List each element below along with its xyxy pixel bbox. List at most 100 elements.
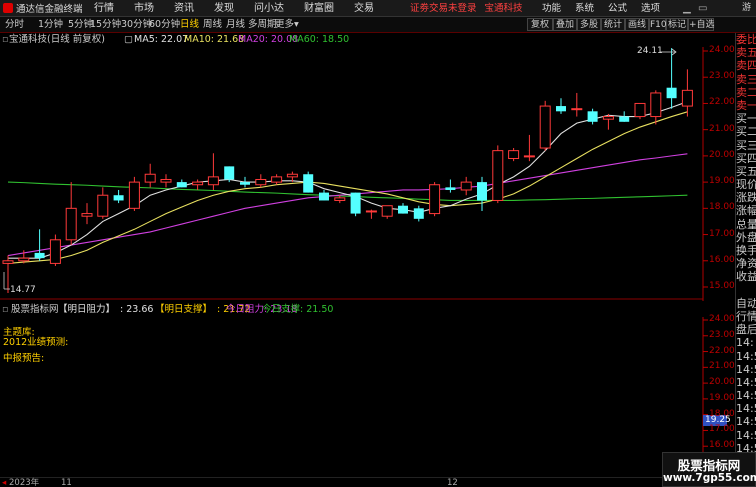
candle[interactable] [271, 174, 283, 185]
candle[interactable] [398, 203, 408, 214]
period-daily[interactable]: 日线 [180, 17, 199, 32]
sidebar-item[interactable]: 14: [736, 336, 756, 349]
candle[interactable] [365, 209, 377, 219]
menu-news[interactable]: 资讯 [164, 0, 204, 17]
candle[interactable] [445, 179, 456, 193]
candle[interactable] [477, 176, 487, 211]
candle[interactable] [523, 134, 535, 162]
candle[interactable] [587, 108, 598, 125]
scroll-marker-icon[interactable]: ◂ [2, 478, 6, 487]
menu-assistant[interactable]: 问小达 [244, 0, 294, 17]
sidebar-item[interactable]: 委比 [736, 33, 756, 46]
candle[interactable] [303, 171, 314, 193]
menu-quotes[interactable]: 行情 [84, 0, 124, 17]
options-button[interactable]: 选项 [634, 0, 667, 17]
sidebar-item[interactable] [736, 284, 756, 297]
sidebar-item[interactable]: 卖三 [736, 73, 756, 86]
candle[interactable] [508, 148, 520, 162]
sidebar-item[interactable]: 涨幅 [736, 204, 756, 217]
menu-wealth-circle[interactable]: 财富圈 [294, 0, 344, 17]
period-60min[interactable]: 60分钟 [149, 17, 180, 32]
candle[interactable] [113, 189, 124, 204]
overlay-button[interactable]: 叠加 [553, 18, 577, 31]
sidebar-item[interactable]: 收益 [736, 270, 756, 283]
candle[interactable] [602, 113, 614, 130]
candle[interactable] [160, 174, 172, 188]
sidebar-item[interactable]: 买二 [736, 125, 756, 138]
candle[interactable] [650, 90, 662, 125]
candle[interactable] [319, 189, 329, 201]
period-30min[interactable]: 30分钟 [121, 17, 152, 32]
login-banner[interactable]: 证劵交易未登录 宝通科技 [410, 0, 531, 17]
indicator-chart[interactable] [0, 317, 735, 477]
candle[interactable] [34, 229, 45, 261]
sidebar-item[interactable]: 外盘 [736, 231, 756, 244]
candle[interactable] [634, 102, 646, 120]
indicator-toggle-icon[interactable]: ▫ [2, 303, 8, 317]
candle[interactable] [176, 179, 187, 188]
f10-button[interactable]: F10 [649, 18, 667, 31]
candle[interactable] [192, 179, 204, 190]
sidebar-item[interactable]: 行情 [736, 310, 756, 323]
system-button[interactable]: 系统 [568, 0, 601, 17]
candle[interactable] [65, 182, 77, 246]
period-weekly[interactable]: 周线 [203, 17, 222, 32]
sidebar-item[interactable]: 14:5 [736, 429, 756, 442]
restore-icon[interactable]: ▭ [698, 0, 707, 17]
sidebar-item[interactable]: 14:5 [736, 350, 756, 363]
sidebar-item[interactable]: 卖五 [736, 46, 756, 59]
candle[interactable] [81, 203, 93, 225]
sidebar-item[interactable]: 买五 [736, 165, 756, 178]
lock-icon[interactable]: ▢ [124, 33, 133, 47]
sidebar-item[interactable]: 14:5 [736, 376, 756, 389]
chevron-down-icon[interactable]: ▾ [294, 17, 299, 32]
sidebar-item[interactable]: 14:5 [736, 389, 756, 402]
sidebar-item[interactable]: 总量 [736, 218, 756, 231]
candle[interactable] [619, 111, 630, 122]
candle[interactable] [492, 145, 504, 204]
period-15min[interactable]: 15分钟 [90, 17, 121, 32]
sidebar-item[interactable]: 自动 [736, 297, 756, 310]
candle[interactable] [460, 176, 472, 196]
menu-discover[interactable]: 发现 [204, 0, 244, 17]
menu-market[interactable]: 市场 [124, 0, 164, 17]
period-monthly[interactable]: 月线 [226, 17, 245, 32]
period-multi[interactable]: 多周期 [248, 17, 277, 32]
sidebar-item[interactable]: 涨跌 [736, 191, 756, 204]
mark-button[interactable]: 标记 [666, 18, 688, 31]
sidebar-item[interactable]: 14:5 [736, 415, 756, 428]
function-button[interactable]: 功能 [535, 0, 568, 17]
stats-button[interactable]: 统计 [601, 18, 625, 31]
draw-line-button[interactable]: 画线 [625, 18, 649, 31]
candle[interactable] [539, 100, 551, 151]
price-chart[interactable] [0, 47, 735, 301]
period-more[interactable]: 更多 [275, 17, 294, 32]
candle[interactable] [413, 205, 424, 222]
add-watchlist-button[interactable]: +自选 [688, 18, 715, 31]
formula-button[interactable]: 公式 [601, 0, 634, 17]
candle[interactable] [207, 153, 219, 190]
candle[interactable] [255, 174, 267, 188]
period-1min[interactable]: 1分钟 [38, 17, 63, 32]
sidebar-item[interactable]: 卖二 [736, 86, 756, 99]
sidebar-item[interactable]: 买一 [736, 112, 756, 125]
sidebar-item[interactable]: 卖一 [736, 99, 756, 112]
sidebar-item[interactable]: 买四 [736, 152, 756, 165]
sidebar-item[interactable]: 净资 [736, 257, 756, 270]
sidebar-item[interactable]: 买三 [736, 139, 756, 152]
candle[interactable] [571, 92, 583, 117]
minimize-chart-icon[interactable]: ▫ [2, 33, 8, 47]
candle[interactable] [666, 48, 677, 109]
multi-stock-button[interactable]: 多股 [577, 18, 601, 31]
period-tick[interactable]: 分时 [5, 17, 24, 32]
banner-stock-name[interactable]: 宝通科技 [485, 3, 523, 14]
candle[interactable] [144, 163, 156, 188]
candle[interactable] [429, 182, 441, 217]
sidebar-item[interactable]: 卖四 [736, 59, 756, 72]
adjust-button[interactable]: 复权 [527, 18, 553, 31]
candle[interactable] [128, 176, 140, 211]
candle[interactable] [97, 187, 109, 219]
sidebar-item[interactable]: 换手 [736, 244, 756, 257]
menu-trade[interactable]: 交易 [344, 0, 384, 17]
sidebar-item[interactable]: 14:5 [736, 402, 756, 415]
